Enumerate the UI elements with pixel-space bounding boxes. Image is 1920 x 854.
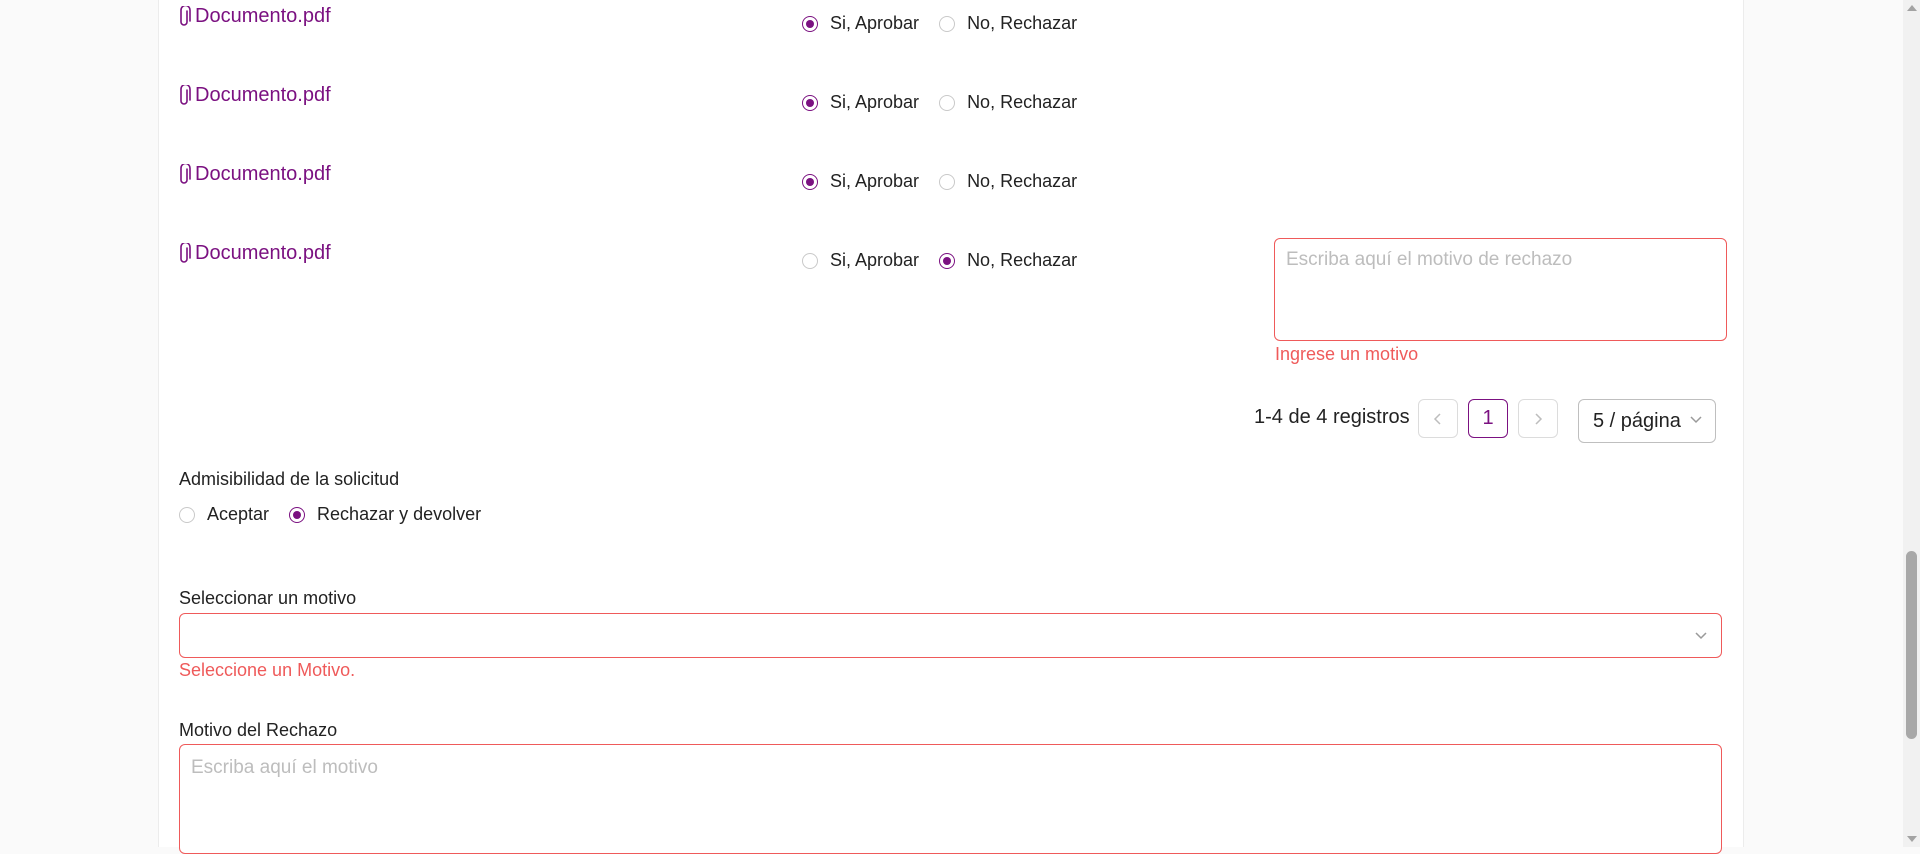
approve-radio[interactable] (802, 252, 818, 269)
reason-select-error: Seleccione un Motivo. (179, 660, 356, 680)
document-row: Documento.pdf Si, Aprobar No, Rechazar (178, 163, 1738, 203)
reject-return-label: Rechazar y devolver (317, 504, 482, 524)
approve-radio[interactable] (802, 15, 818, 32)
rejection-reason-label: Motivo del Rechazo (179, 720, 338, 740)
reject-option[interactable]: No, Rechazar (939, 250, 1077, 271)
accept-option[interactable]: Aceptar (179, 504, 269, 525)
approve-label: Si, Aprobar (830, 171, 920, 191)
reject-label: No, Rechazar (967, 250, 1078, 270)
reason-select-label: Seleccionar un motivo (179, 588, 357, 608)
reject-label: No, Rechazar (967, 13, 1078, 33)
paperclip-icon (180, 84, 191, 105)
page-size-value: 5 / página (1593, 409, 1681, 432)
reject-reason-input[interactable] (1274, 238, 1727, 341)
reject-option[interactable]: No, Rechazar (939, 171, 1077, 192)
scroll-down-icon[interactable] (1907, 836, 1917, 842)
chevron-down-icon (1690, 416, 1702, 424)
chevron-right-icon (1535, 412, 1543, 425)
approval-radio-group: Si, Aprobar No, Rechazar (802, 92, 1077, 113)
accept-label: Aceptar (207, 504, 270, 524)
document-name: Documento.pdf (195, 242, 331, 264)
admissibility-radio-group: Aceptar Rechazar y devolver (179, 504, 481, 525)
approve-label: Si, Aprobar (830, 13, 920, 33)
reject-radio[interactable] (939, 15, 956, 32)
reject-label: No, Rechazar (967, 92, 1078, 112)
accept-radio[interactable] (179, 506, 195, 523)
document-name: Documento.pdf (195, 5, 331, 27)
reject-reason-error: Ingrese un motivo (1275, 344, 1419, 364)
approve-radio[interactable] (802, 94, 818, 111)
reject-label: No, Rechazar (967, 171, 1078, 191)
approve-option[interactable]: Si, Aprobar (802, 13, 919, 34)
prev-page-button[interactable] (1418, 399, 1458, 438)
document-link[interactable]: Documento.pdf (178, 163, 331, 186)
scrollbar[interactable] (1903, 0, 1920, 847)
approve-radio[interactable] (802, 173, 818, 190)
admissibility-label: Admisibilidad de la solicitud (179, 469, 400, 489)
chevron-left-icon (1433, 412, 1441, 425)
page-1-button[interactable]: 1 (1468, 399, 1508, 438)
pagination-summary: 1-4 de 4 registros (1254, 406, 1410, 428)
document-link[interactable]: Documento.pdf (178, 84, 331, 107)
approve-label: Si, Aprobar (830, 250, 920, 270)
rejection-reason-input[interactable] (179, 744, 1722, 854)
reason-select[interactable] (179, 613, 1722, 658)
paperclip-icon (180, 242, 191, 263)
reject-radio[interactable] (939, 173, 956, 190)
document-link[interactable]: Documento.pdf (178, 242, 331, 265)
scroll-thumb[interactable] (1906, 551, 1917, 739)
approve-option[interactable]: Si, Aprobar (802, 171, 919, 192)
reject-return-option[interactable]: Rechazar y devolver (289, 504, 481, 525)
approve-label: Si, Aprobar (830, 92, 920, 112)
document-row: Documento.pdf Si, Aprobar No, Rechazar (178, 84, 1738, 124)
reject-return-radio[interactable] (289, 506, 306, 523)
page-size-select[interactable]: 5 / página (1578, 399, 1716, 443)
document-name: Documento.pdf (195, 84, 331, 106)
next-page-button[interactable] (1518, 399, 1558, 438)
approval-radio-group: Si, Aprobar No, Rechazar (802, 250, 1077, 271)
reject-option[interactable]: No, Rechazar (939, 92, 1077, 113)
reject-option[interactable]: No, Rechazar (939, 13, 1077, 34)
scroll-up-icon[interactable] (1907, 5, 1917, 11)
paperclip-icon (180, 5, 191, 26)
document-link[interactable]: Documento.pdf (178, 5, 331, 28)
document-row: Documento.pdf Si, Aprobar No, Rechazar (178, 5, 1738, 45)
approve-option[interactable]: Si, Aprobar (802, 92, 919, 113)
approve-option[interactable]: Si, Aprobar (802, 250, 919, 271)
reject-radio[interactable] (939, 252, 956, 269)
paperclip-icon (180, 163, 191, 184)
chevron-down-icon (1695, 632, 1707, 640)
reject-radio[interactable] (939, 94, 956, 111)
approval-radio-group: Si, Aprobar No, Rechazar (802, 171, 1077, 192)
approval-radio-group: Si, Aprobar No, Rechazar (802, 13, 1077, 34)
document-name: Documento.pdf (195, 163, 331, 185)
